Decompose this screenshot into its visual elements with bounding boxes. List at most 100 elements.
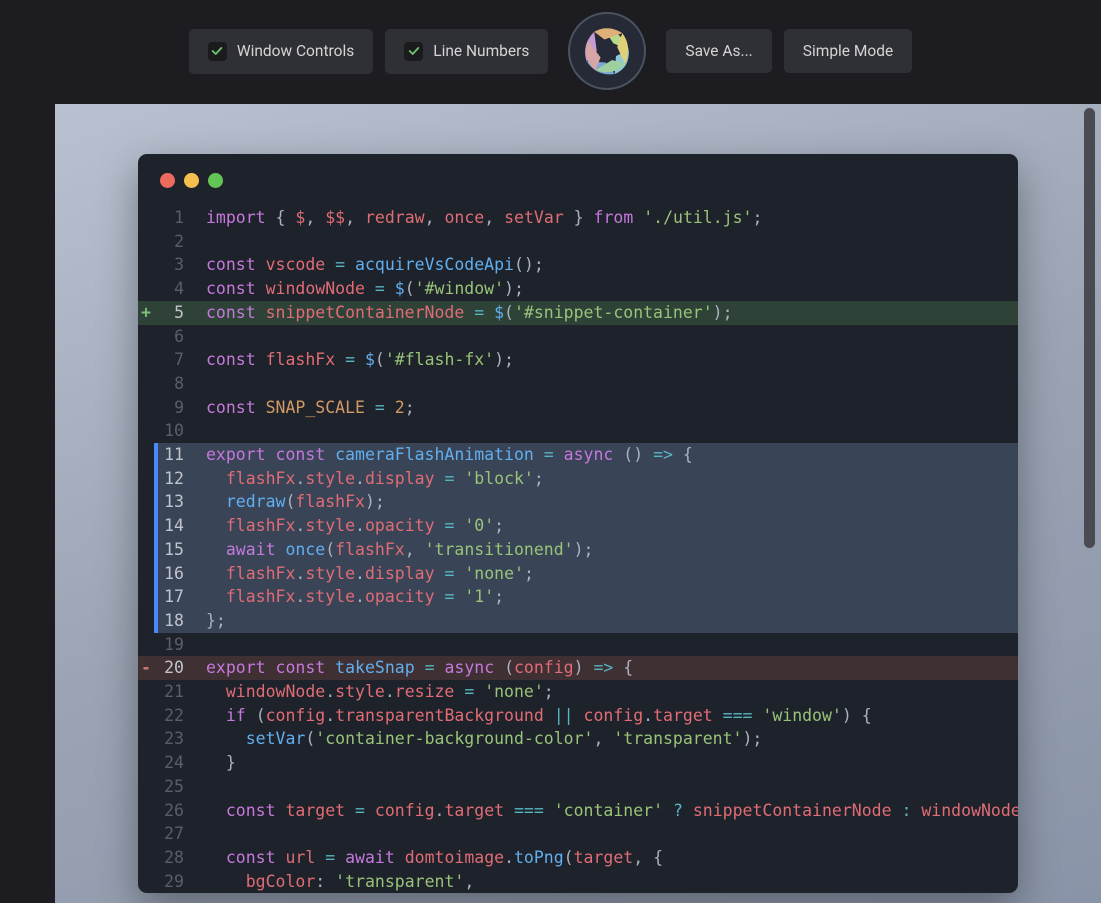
app-logo[interactable]: [568, 12, 646, 90]
code-line[interactable]: 12 flashFx.style.display = 'block';: [138, 467, 1018, 491]
checkbox-checked-icon: [208, 42, 227, 61]
code-content[interactable]: [188, 372, 1018, 396]
code-content[interactable]: const target = config.target === 'contai…: [188, 799, 1018, 823]
toolbar-left-group: Window Controls Line Numbers: [189, 29, 549, 74]
code-content[interactable]: [188, 775, 1018, 799]
code-content[interactable]: [188, 633, 1018, 657]
code-line[interactable]: 6: [138, 325, 1018, 349]
diff-gutter: -: [138, 656, 154, 680]
code-window[interactable]: 1import { $, $$, redraw, once, setVar } …: [138, 154, 1018, 893]
code-content[interactable]: const vscode = acquireVsCodeApi();: [188, 253, 1018, 277]
line-number: 22: [154, 704, 188, 728]
diff-gutter: [138, 727, 154, 751]
code-content[interactable]: const snippetContainerNode = $('#snippet…: [188, 301, 1018, 325]
code-content[interactable]: const SNAP_SCALE = 2;: [188, 396, 1018, 420]
code-content[interactable]: flashFx.style.display = 'none';: [188, 562, 1018, 586]
code-line[interactable]: 28 const url = await domtoimage.toPng(ta…: [138, 846, 1018, 870]
code-line[interactable]: 25: [138, 775, 1018, 799]
line-number: 11: [154, 443, 188, 467]
code-content[interactable]: redraw(flashFx);: [188, 490, 1018, 514]
diff-gutter: [138, 562, 154, 586]
line-number: 28: [154, 846, 188, 870]
line-number: 26: [154, 799, 188, 823]
code-content[interactable]: [188, 325, 1018, 349]
line-numbers-toggle[interactable]: Line Numbers: [385, 29, 548, 74]
code-content[interactable]: flashFx.style.opacity = '0';: [188, 514, 1018, 538]
diff-gutter: [138, 419, 154, 443]
code-line[interactable]: 15 await once(flashFx, 'transitionend');: [138, 538, 1018, 562]
code-content[interactable]: setVar('container-background-color', 'tr…: [188, 727, 1018, 751]
code-line[interactable]: 19: [138, 633, 1018, 657]
code-line[interactable]: 18};: [138, 609, 1018, 633]
save-as-button[interactable]: Save As...: [666, 29, 771, 73]
code-line[interactable]: 9const SNAP_SCALE = 2;: [138, 396, 1018, 420]
window-traffic-lights: [138, 154, 1018, 192]
preview-canvas[interactable]: 1import { $, $$, redraw, once, setVar } …: [55, 104, 1101, 903]
simple-mode-button[interactable]: Simple Mode: [784, 29, 912, 73]
diff-gutter: [138, 680, 154, 704]
code-content[interactable]: const flashFx = $('#flash-fx');: [188, 348, 1018, 372]
code-content[interactable]: await once(flashFx, 'transitionend');: [188, 538, 1018, 562]
code-line[interactable]: 23 setVar('container-background-color', …: [138, 727, 1018, 751]
line-number: 15: [154, 538, 188, 562]
code-line[interactable]: 1import { $, $$, redraw, once, setVar } …: [138, 206, 1018, 230]
code-content[interactable]: flashFx.style.display = 'block';: [188, 467, 1018, 491]
code-line[interactable]: 10: [138, 419, 1018, 443]
code-line[interactable]: 13 redraw(flashFx);: [138, 490, 1018, 514]
zoom-dot-icon[interactable]: [208, 173, 223, 188]
vertical-scrollbar[interactable]: [1084, 108, 1095, 548]
code-content[interactable]: flashFx.style.opacity = '1';: [188, 585, 1018, 609]
line-number: 21: [154, 680, 188, 704]
code-content[interactable]: export const cameraFlashAnimation = asyn…: [188, 443, 1018, 467]
line-number: 18: [154, 609, 188, 633]
code-line[interactable]: 14 flashFx.style.opacity = '0';: [138, 514, 1018, 538]
code-line[interactable]: 8: [138, 372, 1018, 396]
code-line[interactable]: +5const snippetContainerNode = $('#snipp…: [138, 301, 1018, 325]
diff-gutter: [138, 609, 154, 633]
code-block[interactable]: 1import { $, $$, redraw, once, setVar } …: [138, 192, 1018, 893]
diff-gutter: [138, 822, 154, 846]
code-content[interactable]: if (config.transparentBackground || conf…: [188, 704, 1018, 728]
code-content[interactable]: windowNode.style.resize = 'none';: [188, 680, 1018, 704]
code-line[interactable]: 21 windowNode.style.resize = 'none';: [138, 680, 1018, 704]
minimize-dot-icon[interactable]: [184, 173, 199, 188]
code-content[interactable]: };: [188, 609, 1018, 633]
code-content[interactable]: [188, 419, 1018, 443]
code-line[interactable]: 11export const cameraFlashAnimation = as…: [138, 443, 1018, 467]
code-content[interactable]: bgColor: 'transparent',: [188, 870, 1018, 894]
code-line[interactable]: 27: [138, 822, 1018, 846]
code-content[interactable]: }: [188, 751, 1018, 775]
code-line[interactable]: 29 bgColor: 'transparent',: [138, 870, 1018, 894]
line-number: 16: [154, 562, 188, 586]
window-controls-toggle[interactable]: Window Controls: [189, 29, 373, 74]
diff-gutter: [138, 372, 154, 396]
code-line[interactable]: 17 flashFx.style.opacity = '1';: [138, 585, 1018, 609]
code-line[interactable]: 7const flashFx = $('#flash-fx');: [138, 348, 1018, 372]
line-number: 25: [154, 775, 188, 799]
simple-mode-label: Simple Mode: [803, 42, 893, 60]
code-content[interactable]: [188, 230, 1018, 254]
code-content[interactable]: const windowNode = $('#window');: [188, 277, 1018, 301]
diff-gutter: [138, 325, 154, 349]
code-line[interactable]: 4const windowNode = $('#window');: [138, 277, 1018, 301]
line-number: 20: [154, 656, 188, 680]
line-number: 12: [154, 467, 188, 491]
code-content[interactable]: [188, 822, 1018, 846]
code-line[interactable]: 2: [138, 230, 1018, 254]
code-content[interactable]: export const takeSnap = async (config) =…: [188, 656, 1018, 680]
diff-gutter: [138, 277, 154, 301]
code-line[interactable]: 22 if (config.transparentBackground || c…: [138, 704, 1018, 728]
line-number: 19: [154, 633, 188, 657]
code-line[interactable]: 24 }: [138, 751, 1018, 775]
diff-gutter: [138, 751, 154, 775]
code-line[interactable]: -20export const takeSnap = async (config…: [138, 656, 1018, 680]
diff-gutter: [138, 775, 154, 799]
code-line[interactable]: 3const vscode = acquireVsCodeApi();: [138, 253, 1018, 277]
line-number: 14: [154, 514, 188, 538]
line-number: 9: [154, 396, 188, 420]
code-content[interactable]: const url = await domtoimage.toPng(targe…: [188, 846, 1018, 870]
close-dot-icon[interactable]: [160, 173, 175, 188]
code-line[interactable]: 16 flashFx.style.display = 'none';: [138, 562, 1018, 586]
code-content[interactable]: import { $, $$, redraw, once, setVar } f…: [188, 206, 1018, 230]
code-line[interactable]: 26 const target = config.target === 'con…: [138, 799, 1018, 823]
